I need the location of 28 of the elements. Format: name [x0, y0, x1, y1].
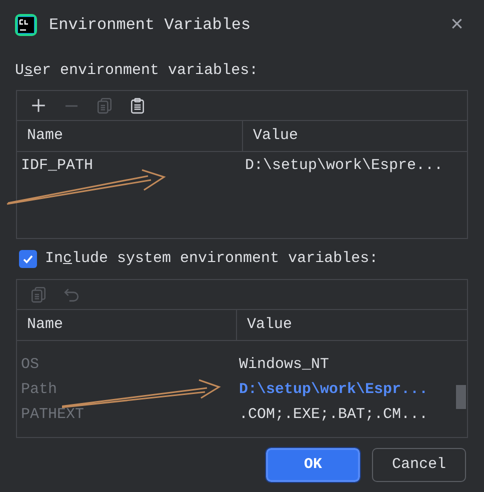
column-header[interactable]: Value: [237, 310, 467, 340]
section-label: User environment variables:: [15, 60, 258, 81]
variable-value: D:\setup\work\Espre...: [244, 156, 444, 176]
undo-icon: [62, 286, 80, 303]
column-header[interactable]: Name: [17, 121, 243, 151]
variable-value: .COM;.EXE;.BAT;.CM...: [238, 405, 428, 426]
app-logo-icon: [15, 14, 37, 36]
close-button[interactable]: ×: [445, 8, 469, 42]
variable-value: Windows_NT: [238, 355, 330, 376]
ok-button[interactable]: OK: [266, 448, 360, 482]
variable-name: PATHEXT: [21, 406, 84, 424]
copy-icon: [30, 286, 46, 303]
variable-name: IDF_PATH: [21, 157, 94, 174]
plus-icon: [30, 97, 46, 114]
clipboard-icon: [128, 97, 146, 114]
copy-icon: [96, 97, 112, 114]
cancel-button[interactable]: Cancel: [372, 448, 466, 482]
column-header[interactable]: Value: [243, 121, 467, 151]
checkbox-label: Include system environment variables:: [45, 248, 378, 269]
checkbox[interactable]: [19, 250, 37, 268]
variable-name: Path: [21, 381, 58, 398]
minus-icon: [62, 104, 80, 106]
variable-value: D:\setup\work\Espr...: [238, 380, 428, 400]
checkmark-icon: [22, 253, 34, 265]
variable-name: OS: [21, 356, 40, 374]
window-title: Environment Variables: [49, 15, 252, 36]
column-header[interactable]: Name: [17, 310, 237, 340]
scrollbar-thumb[interactable]: [456, 385, 466, 409]
